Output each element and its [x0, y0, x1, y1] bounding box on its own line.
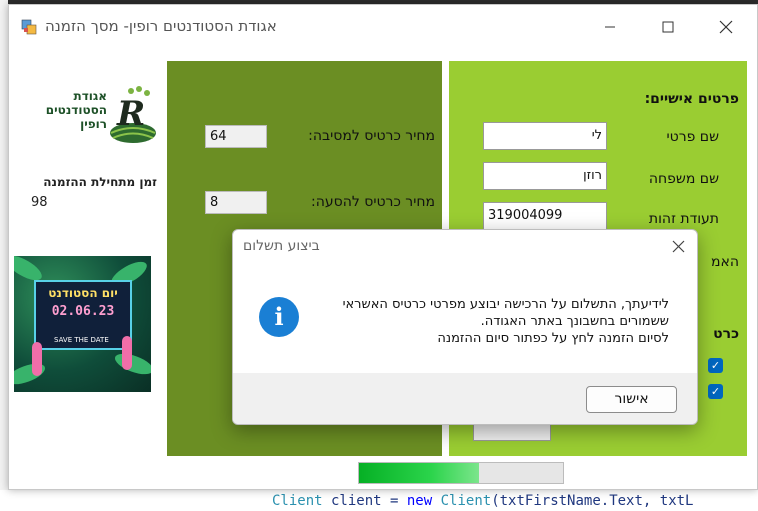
dialog-message-line-3: לסיום הזמנה לחץ על כפתור סיום ההזמנה — [437, 331, 669, 346]
ride-price-field: 8 — [205, 191, 267, 214]
last-name-label: שם משפחה — [648, 171, 719, 187]
student-union-logo: אגודת הסטודנטים רופין R — [27, 83, 157, 153]
ride-ticket-checkbox[interactable]: ✓ — [708, 384, 723, 399]
last-name-input[interactable]: רוזן — [483, 162, 607, 190]
minimize-button[interactable] — [587, 5, 633, 49]
id-number-input[interactable]: 319004099 — [483, 202, 607, 230]
poster-title: יום הסטודנט — [48, 286, 118, 300]
poster-tagline: SAVE THE DATE — [54, 336, 109, 344]
poster-date: 02.06.23 — [51, 304, 115, 319]
event-poster-image: יום הסטודנט 02.06.23 SAVE THE DATE — [14, 256, 151, 392]
order-time-label: זמן מתחילת ההזמנה — [43, 175, 157, 189]
dialog-message-line-1: לידיעתך, התשלום על הרכישה יבוצע מפרטי כר… — [342, 297, 669, 312]
progress-fill — [359, 463, 480, 483]
close-icon — [672, 240, 685, 253]
dialog-footer: אישור — [233, 373, 697, 424]
minimize-icon — [605, 26, 615, 28]
window-title: אגודת הסטודנטים רופין- מסך הזמנה — [45, 17, 277, 35]
logo-mark-icon: R — [110, 86, 156, 143]
party-price-label: מחיר כרטיס למסיבה: — [308, 128, 435, 144]
id-number-label: תעודת זהות — [648, 211, 719, 227]
first-name-input[interactable]: לי — [483, 122, 607, 150]
payment-progress-bar — [358, 462, 564, 484]
maximize-icon — [662, 21, 674, 33]
close-button[interactable] — [703, 5, 749, 49]
first-name-label: שם פרטי — [666, 129, 719, 145]
order-time-value: 98 — [31, 195, 48, 210]
background-editor-strip — [0, 0, 8, 490]
party-ticket-checkbox[interactable]: ✓ — [708, 358, 723, 373]
dialog-title: ביצוע תשלום — [243, 238, 320, 254]
app-icon — [21, 19, 37, 35]
party-price-field: 64 — [205, 125, 267, 148]
close-icon — [719, 20, 733, 34]
dialog-message-line-2: ששמורים בחשבונך באתר האגודה. — [480, 314, 669, 329]
personal-details-header: פרטים אישיים: — [644, 91, 739, 107]
ok-button[interactable]: אישור — [586, 386, 677, 413]
payment-dialog: ביצוע תשלום i לידיעתך, התשלום על הרכישה … — [232, 229, 698, 425]
logo-text: אגודת הסטודנטים רופין — [45, 89, 107, 131]
background-code-line: Client client = new Client(txtFirstName.… — [0, 490, 758, 511]
title-bar[interactable]: אגודת הסטודנטים רופין- מסך הזמנה — [9, 5, 757, 49]
svg-text:R: R — [116, 94, 145, 134]
ride-price-label: מחיר כרטיס להסעה: — [310, 194, 435, 210]
dialog-close-button[interactable] — [672, 236, 685, 258]
maximize-button[interactable] — [645, 5, 691, 49]
